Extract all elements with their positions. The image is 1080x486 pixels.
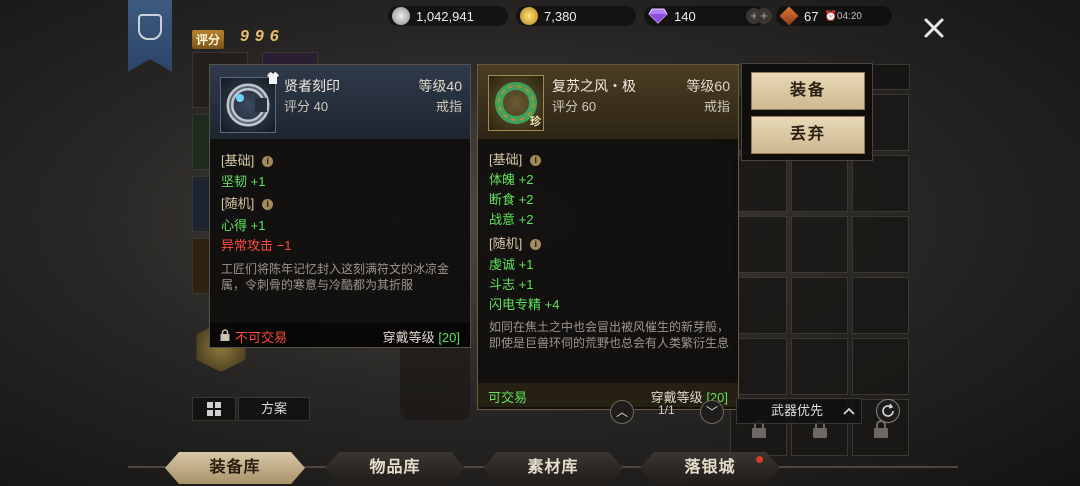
item-description: 如同在焦土之中也会冒出被风催生的新芽般，即使是巨兽环伺的荒野也总会有人类繁衍生息 [489,320,730,350]
equipped-item-tooltip: 贤者刻印 等级40 评分 40 戒指 [基础] i 坚韧 +1 [随机] i 心得 … [209,64,471,348]
inventory-cell[interactable] [852,338,909,395]
selected-item-tooltip: 珍 复苏之风・极 等级60 评分 60 戒指 [基础] i 体魄 +2 断食 +2… [477,64,739,410]
gem-resource: 140 + [644,6,766,26]
prev-page-button[interactable]: ︿ [610,400,634,424]
item-name: 贤者刻印 [284,78,340,94]
sort-dropdown[interactable]: 武器优先 [736,398,862,424]
next-page-button[interactable]: ﹀ [700,400,724,424]
wear-label: 穿戴等级 [382,330,435,345]
item-score: 评分 60 [552,99,597,114]
base-stat: 断食 +2 [489,192,534,207]
close-icon[interactable] [922,16,946,40]
stamina-icon [779,6,799,26]
inventory-cell[interactable] [852,277,909,334]
stamina-timer: ⏰04:20 [824,10,862,22]
gold-amount: 7,380 [544,8,577,24]
discard-button[interactable]: 丢弃 [751,116,865,154]
lock-icon [220,329,230,341]
banner-emblem-icon [138,14,162,40]
gem-amount: 140 [674,8,696,24]
rarity-badge: 珍 [530,116,541,128]
score-tag: 评分 [192,30,225,49]
gold-resource: 7,380 [516,6,636,26]
tab-equipment[interactable]: 装备库 [165,452,305,484]
equip-button[interactable]: 装备 [751,72,865,110]
inventory-cell[interactable] [791,277,848,334]
notification-dot [756,456,763,463]
inventory-cell[interactable] [852,155,909,212]
item-description: 工匠们将陈年记忆封入这刻满符文的冰凉金属，令刺骨的寒意与冷酷都为其折服 [221,262,450,292]
random-title-text: [随机] [489,236,523,251]
inventory-cell[interactable] [791,338,848,395]
item-score: 评分 40 [284,99,329,114]
info-icon[interactable]: i [530,239,542,250]
random-stat: 虔诚 +1 [489,257,534,272]
wear-level-row: 穿戴等级 [20] [383,327,460,346]
refresh-icon [882,403,894,417]
base-stat: 坚韧 +1 [221,174,266,189]
item-name: 复苏之风・极 [552,78,636,94]
silver-resource: 1,042,941 [388,6,508,26]
silver-amount: 1,042,941 [416,8,474,24]
item-type: 戒指 [435,99,462,114]
stamina-resource: 67 ⏰04:20 + [756,6,892,26]
inventory-cell[interactable] [791,216,848,273]
item-type: 戒指 [703,99,730,114]
inventory-cell[interactable] [791,155,848,212]
random-section-title: [随机] i [489,233,542,252]
base-section-title: [基础] i [221,150,274,169]
inventory-cell[interactable] [852,216,909,273]
random-section-title: [随机] i [221,193,274,212]
item-icon-frame [220,77,276,133]
silver-coin-icon [392,7,410,25]
grid-view-button[interactable] [192,397,236,421]
tab-materials[interactable]: 素材库 [483,452,623,484]
item-level: 等级40 [418,78,462,94]
grid-icon [207,402,221,416]
tab-items[interactable]: 物品库 [325,452,465,484]
random-title-text: [随机] [221,196,255,211]
random-stat: 闪电专精 +4 [489,297,560,312]
score-value: 996 [240,28,285,45]
add-stamina-button[interactable]: + [756,8,772,24]
item-icon-frame: 珍 [488,75,544,131]
base-stat: 体魄 +2 [489,172,534,187]
scheme-button[interactable]: 方案 [238,397,310,421]
base-stat: 战意 +2 [489,212,534,227]
random-stat: 异常攻击 −1 [221,238,292,253]
random-stat: 心得 +1 [221,218,266,233]
chevron-up-icon [843,407,855,415]
card-footer: 可交易 穿戴等级 [20] [478,383,738,407]
ring-icon [226,83,270,127]
sort-label: 武器优先 [771,403,824,418]
card-footer: 不可交易 穿戴等级 [20] [210,323,470,347]
base-section-title: [基础] i [489,149,542,168]
page-indicator: 1/1 [658,403,675,417]
gold-coin-icon [520,7,538,25]
trade-status: 可交易 [488,390,528,405]
info-icon[interactable]: i [530,155,542,166]
trade-status: 不可交易 [235,330,288,345]
info-icon[interactable]: i [262,156,274,167]
random-stat: 斗志 +1 [489,277,534,292]
stamina-amount: 67 [804,8,819,24]
timer-text: 04:20 [836,10,862,22]
base-title-text: [基础] [489,152,523,167]
item-actions-panel: 装备 丢弃 [741,63,873,161]
diamond-icon [648,8,668,24]
item-level: 等级60 [686,78,730,94]
refresh-button[interactable] [876,399,900,423]
info-icon[interactable]: i [262,199,274,210]
equipped-shirt-icon [267,72,279,84]
base-title-text: [基础] [221,153,255,168]
wear-level-value: [20] [438,330,460,345]
